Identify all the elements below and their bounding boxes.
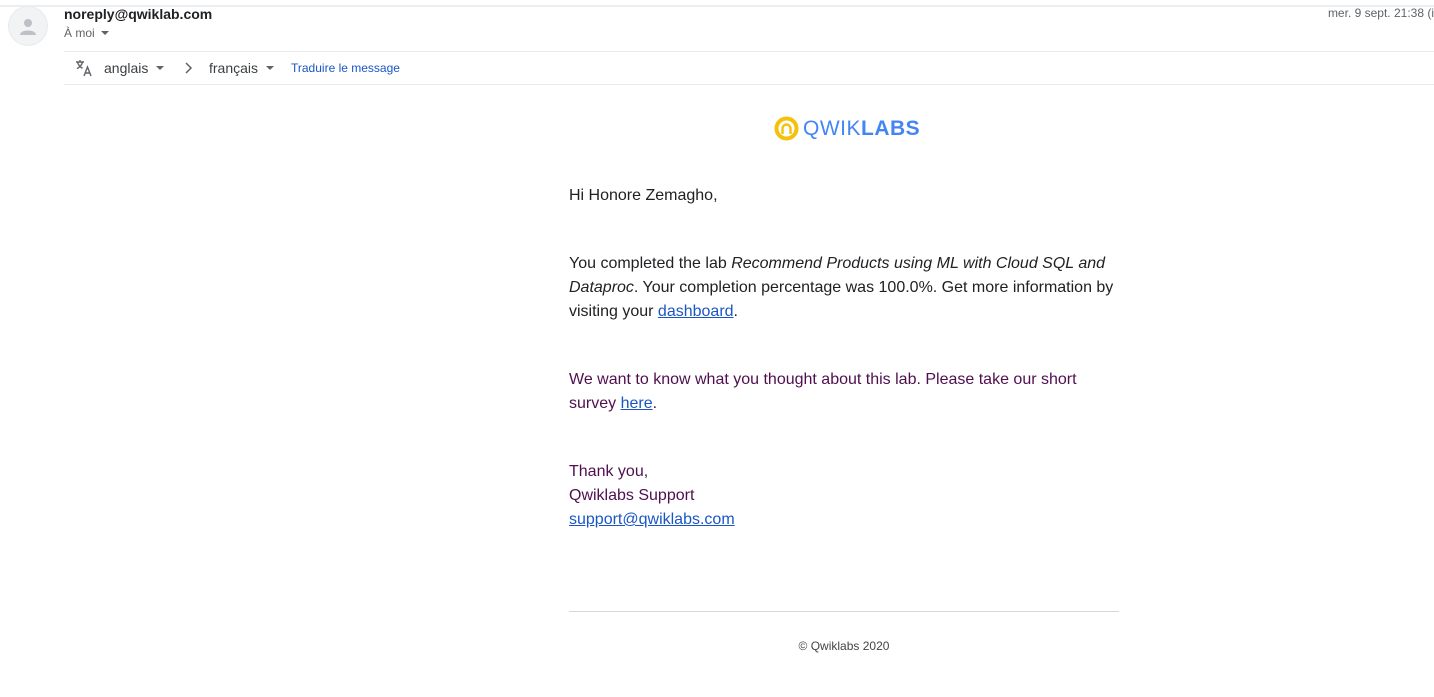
caret-down-icon	[266, 66, 275, 70]
thanks-line: Thank you,	[569, 463, 649, 480]
translation-bar-top-divider	[64, 51, 1434, 52]
qwiklabs-logo-icon	[774, 116, 799, 141]
completion-paragraph: You completed the lab Recommend Products…	[569, 252, 1119, 324]
sender-email: noreply@qwiklab.com	[64, 6, 213, 22]
footer-divider	[569, 611, 1119, 612]
translation-bar-bottom-divider	[64, 84, 1434, 85]
translate-icon	[76, 60, 92, 77]
message-date: mer. 9 sept. 21:38 (i	[1327, 6, 1434, 20]
person-icon	[20, 19, 36, 35]
team-name: Qwiklabs Support	[569, 487, 695, 504]
caret-down-icon	[156, 66, 165, 70]
dashboard-link[interactable]: dashboard	[658, 303, 734, 320]
recipient-dropdown[interactable]: À moi	[64, 26, 109, 40]
logo-text-qwik: QWIK	[803, 116, 861, 140]
logo-text-labs: LABS	[861, 116, 921, 140]
survey-link[interactable]: here	[621, 395, 653, 412]
copyright-footer: © Qwiklabs 2020	[798, 639, 890, 653]
qwiklabs-logo: QWIKLABS	[773, 115, 920, 142]
translate-message-link[interactable]: Traduire le message	[291, 61, 400, 75]
source-language-select[interactable]: anglais	[104, 60, 165, 76]
target-language-label: français	[209, 60, 259, 76]
completion-suffix: . Your completion percentage was 100.0%.…	[569, 279, 1114, 320]
support-email-link[interactable]: support@qwiklabs.com	[569, 511, 735, 528]
survey-period: .	[652, 395, 658, 412]
completion-period: .	[733, 303, 738, 320]
survey-paragraph: We want to know what you thought about t…	[569, 368, 1119, 416]
recipient-label: À moi	[64, 26, 95, 40]
completion-prefix: You completed the lab	[569, 255, 732, 272]
caret-down-icon	[100, 31, 109, 35]
signature: Thank you, Qwiklabs Support support@qwik…	[569, 460, 1119, 532]
source-language-label: anglais	[104, 60, 149, 76]
target-language-select[interactable]: français	[209, 60, 275, 76]
greeting: Hi Honore Zemagho,	[569, 187, 718, 204]
chevron-right-icon	[185, 62, 193, 74]
sender-avatar[interactable]	[8, 6, 48, 46]
top-divider	[0, 5, 1434, 7]
